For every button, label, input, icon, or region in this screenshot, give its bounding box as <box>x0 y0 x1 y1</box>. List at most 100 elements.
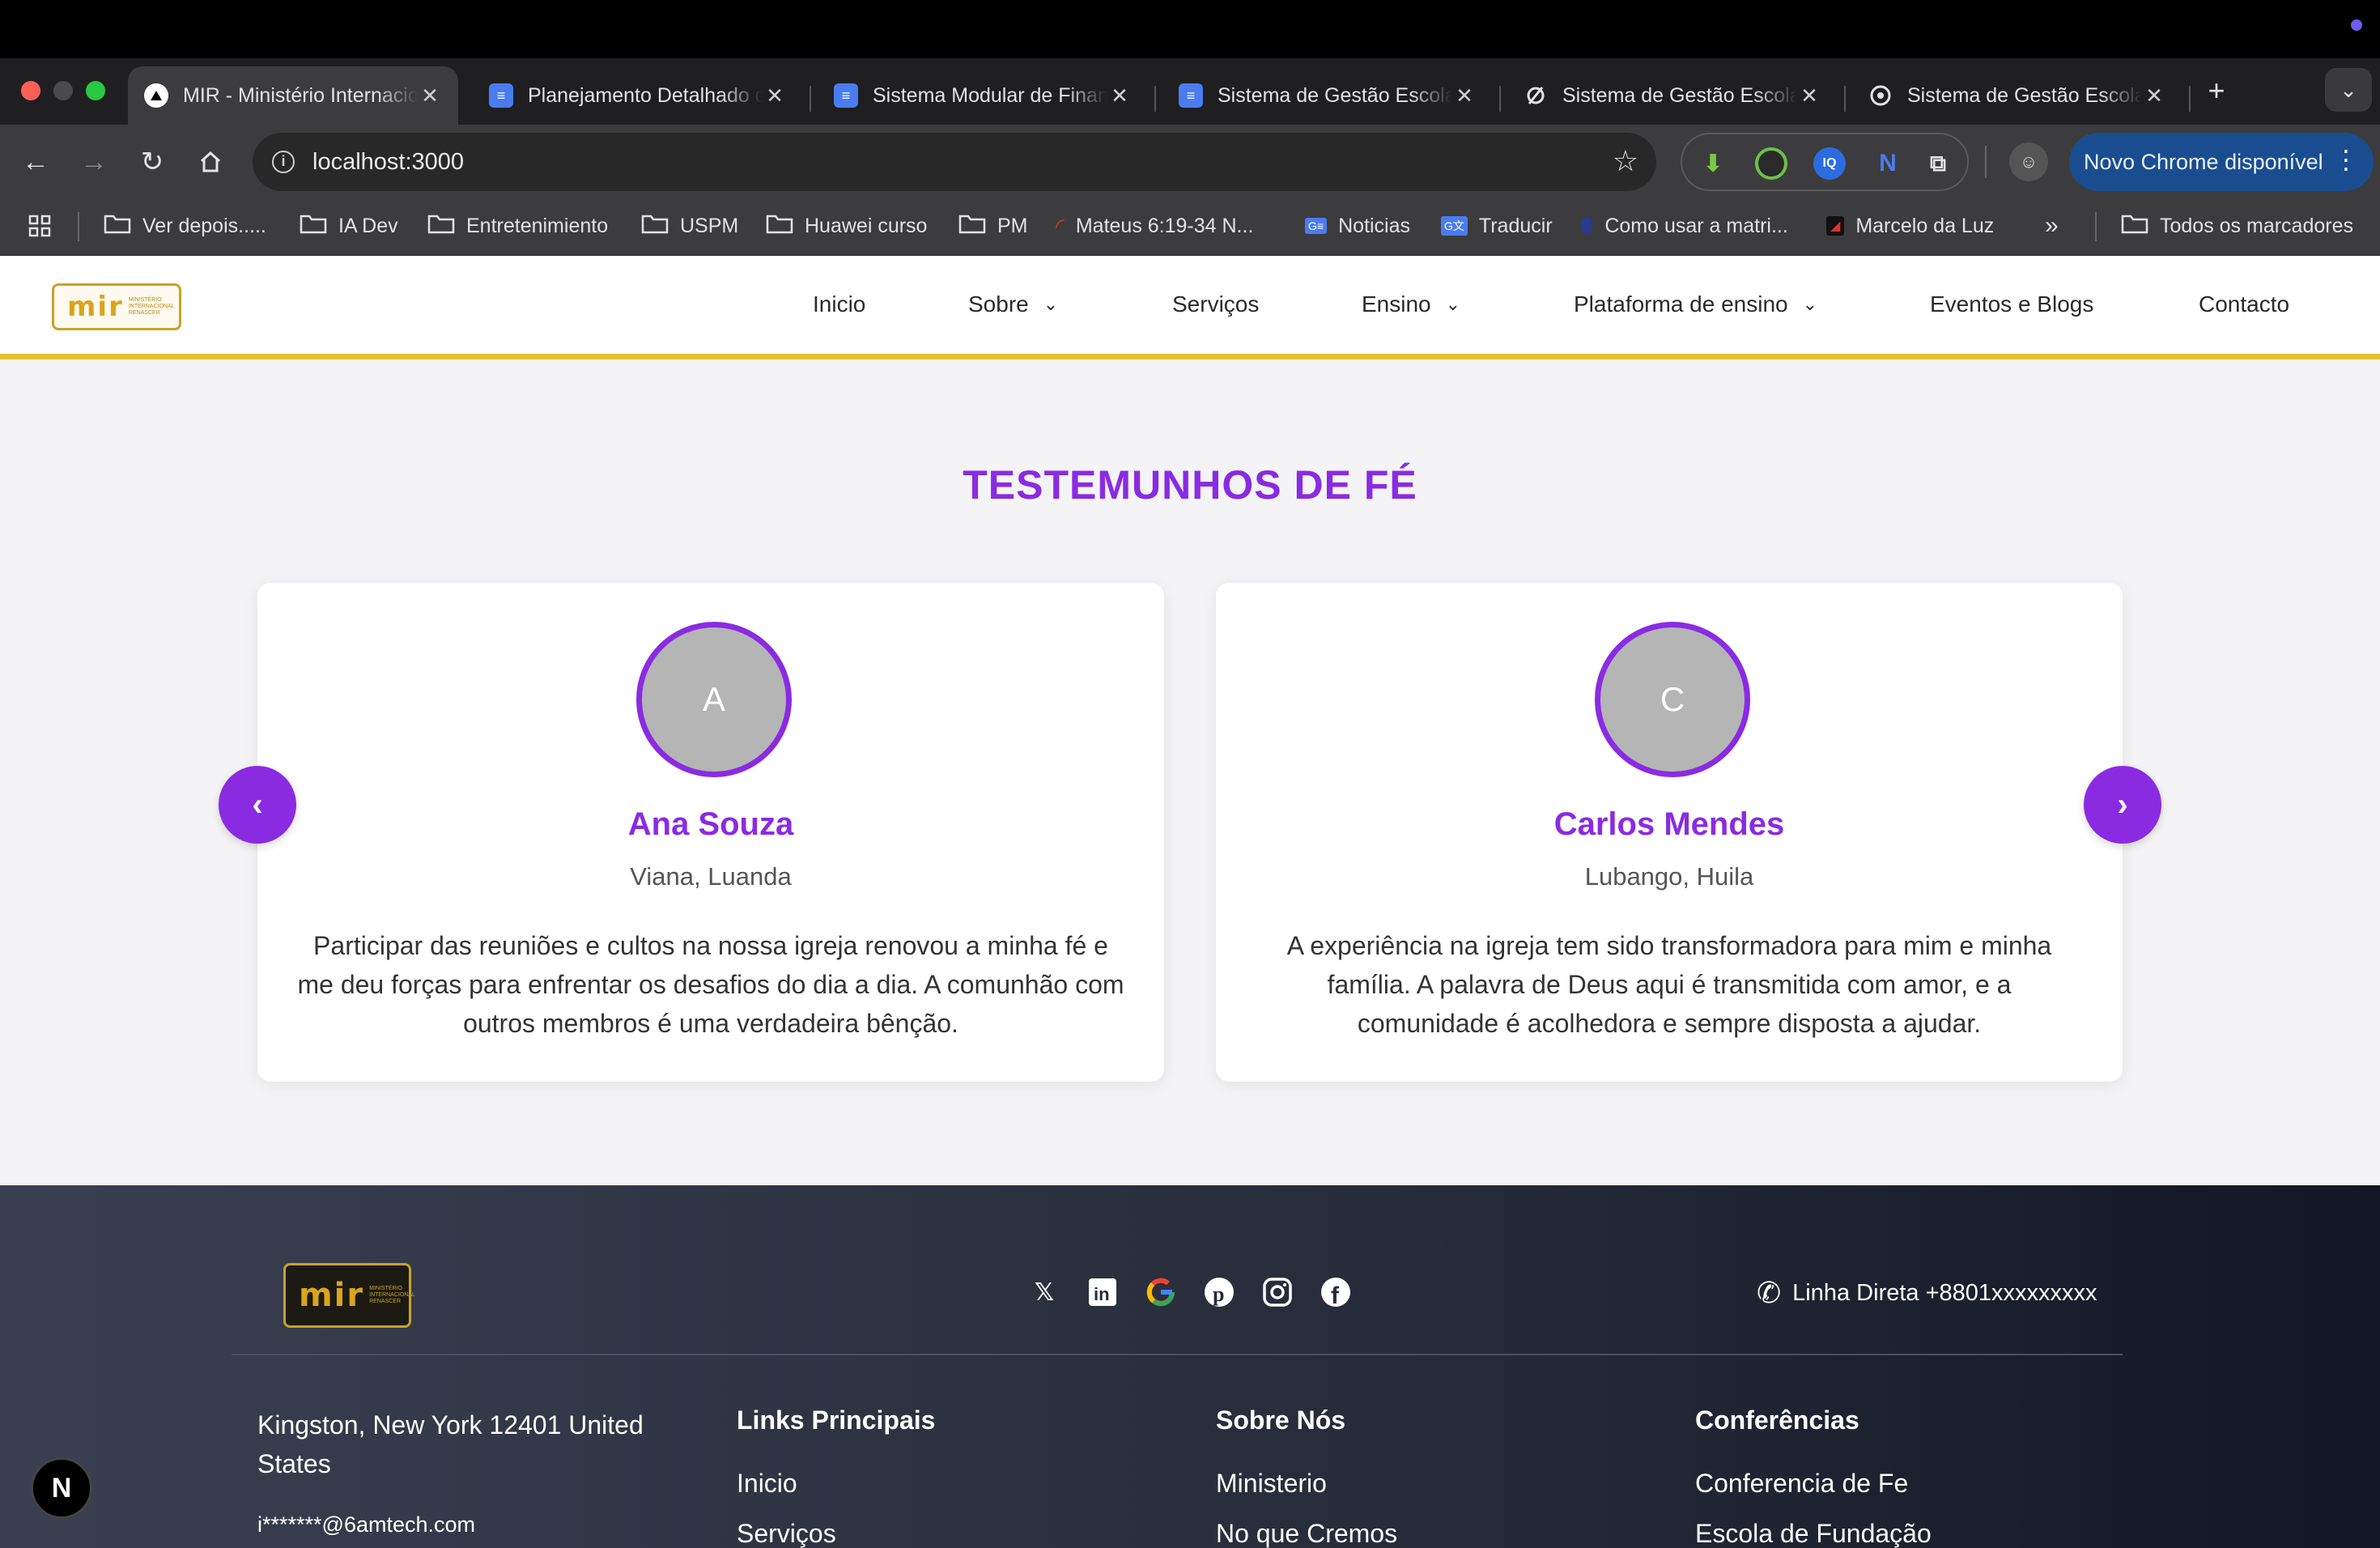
record-extension-icon[interactable] <box>1755 147 1787 180</box>
nav-plataforma-de-ensino[interactable]: Plataforma de ensino ⌄ <box>1574 291 1817 317</box>
arc-icon: ◜ <box>1056 213 1065 239</box>
nav-eventos-e-blogs[interactable]: Eventos e Blogs <box>1930 291 2093 317</box>
pinterest-icon[interactable]: p <box>1203 1276 1235 1308</box>
kebab-menu-icon[interactable]: ⋮ <box>2333 144 2359 175</box>
bookmark-link[interactable]: ◢ Marcelo da Luz <box>1826 199 1994 253</box>
footer-divider <box>232 1354 2123 1355</box>
close-tab-icon[interactable]: ✕ <box>1452 83 1477 108</box>
footer-link[interactable]: Escola de Fundação <box>1695 1519 1932 1548</box>
bookmark-link[interactable]: ⬮ Como usar a matri... <box>1580 199 1788 253</box>
svg-text:f: f <box>1331 1282 1340 1308</box>
carousel-prev-button[interactable]: ‹ <box>219 766 296 844</box>
video-thumbnail-icon: ◢ <box>1826 216 1845 236</box>
tab-title: Sistema de Gestão Escolar <box>1218 83 1452 107</box>
bookmark-folder[interactable]: USPM <box>641 199 738 253</box>
linkedin-icon[interactable]: in <box>1086 1276 1119 1308</box>
footer-link[interactable]: No que Cremos <box>1216 1519 1397 1548</box>
facebook-icon[interactable]: f <box>1320 1276 1352 1308</box>
close-window-icon[interactable] <box>21 81 40 100</box>
footer-address: Kingston, New York 12401 United States <box>257 1410 644 1478</box>
chevron-down-icon: ⌄ <box>1445 294 1461 314</box>
iq-extension-icon[interactable]: IQ <box>1813 147 1846 180</box>
all-bookmarks-folder[interactable]: Todos os marcadores <box>2121 199 2353 253</box>
carousel-next-button[interactable]: › <box>2084 766 2161 844</box>
svg-text:in: in <box>1094 1284 1110 1304</box>
close-tab-icon[interactable]: ✕ <box>418 83 442 108</box>
folder-icon <box>104 213 131 240</box>
openai-icon <box>1868 83 1893 108</box>
footer-link[interactable]: Conferencia de Fe <box>1695 1469 1908 1499</box>
instagram-icon[interactable] <box>1261 1276 1294 1308</box>
bookmark-link[interactable]: G文 Traducir <box>1441 199 1553 253</box>
bookmark-folder[interactable]: Huawei curso <box>766 199 927 253</box>
footer-link[interactable]: Serviços <box>737 1519 836 1548</box>
browser-tab[interactable]: ≡ Planejamento Detalhado do ✕ <box>473 66 803 125</box>
bookmark-folder[interactable]: Ver depois..... <box>104 199 266 253</box>
docs-icon: ≡ <box>489 83 513 108</box>
bookmark-folder[interactable]: Entretenimiento <box>427 199 608 253</box>
download-extension-icon[interactable]: ⬇ <box>1697 147 1729 180</box>
chrome-update-button[interactable]: Novo Chrome disponível ⋮ <box>2069 133 2374 191</box>
nav-ensino[interactable]: Ensino ⌄ <box>1362 291 1460 317</box>
browser-tab[interactable]: ≡ Sistema de Gestão Escolar ✕ <box>1162 66 1493 125</box>
nav-inicio[interactable]: Inicio <box>813 291 865 317</box>
close-tab-icon[interactable]: ✕ <box>763 83 787 108</box>
tab-search-chevron-icon[interactable]: ⌄ <box>2325 68 2372 112</box>
testimonials-title: TESTEMUNHOS DE FÉ <box>963 462 1417 508</box>
browser-tab[interactable]: ≡ Sistema Modular de Finanças ✕ <box>818 66 1148 125</box>
folder-icon <box>641 213 669 240</box>
extensions-group: ⬇ IQ N ⧉ <box>1681 133 1969 191</box>
footer-logo[interactable]: mir MINISTÉRIO INTERNACIONAL RENASCER <box>283 1263 415 1328</box>
chevron-down-icon: ⌄ <box>1043 294 1059 314</box>
browser-tab[interactable]: MIR - Ministério Internacional ✕ <box>128 66 458 125</box>
google-icon[interactable] <box>1145 1276 1177 1308</box>
tab-title: MIR - Ministério Internacional <box>183 83 418 107</box>
new-tab-icon[interactable]: + <box>2199 73 2234 108</box>
nav-servicos[interactable]: Serviços <box>1172 291 1259 317</box>
footer-link[interactable]: Ministerio <box>1216 1469 1327 1499</box>
more-bookmarks-icon[interactable]: » <box>2045 199 2059 253</box>
site-info-icon[interactable]: i <box>272 151 295 173</box>
browser-tab[interactable]: Sistema de Gestão Escolar ✕ <box>1507 66 1838 125</box>
nav-sobre[interactable]: Sobre ⌄ <box>968 291 1058 317</box>
profile-avatar[interactable]: ☺ <box>2009 142 2048 181</box>
phone-icon: ✆ <box>1757 1276 1782 1309</box>
bookmark-link[interactable]: ◜ Mateus 6:19-34 N... <box>1056 199 1253 253</box>
tab-title: Sistema de Gestão Escolar <box>1562 83 1797 107</box>
nextjs-dev-badge[interactable]: N <box>31 1457 92 1519</box>
folder-icon <box>2121 213 2148 240</box>
bookmark-star-icon[interactable]: ☆ <box>1613 144 1638 178</box>
bookmark-folder[interactable]: PM <box>958 199 1028 253</box>
avatar: A <box>636 622 792 777</box>
address-bar[interactable]: i localhost:3000 ☆ <box>253 133 1656 191</box>
chevron-right-icon: › <box>2117 786 2128 823</box>
browser-tab[interactable]: Sistema de Gestão Escolar ✕ <box>1852 66 2182 125</box>
hotline[interactable]: ✆ Linha Direta +8801xxxxxxxxx <box>1757 1276 2097 1310</box>
maximize-window-icon[interactable] <box>86 81 105 100</box>
n-extension-icon[interactable]: N <box>1872 147 1904 180</box>
close-tab-icon[interactable]: ✕ <box>1107 83 1132 108</box>
footer-heading: Conferências <box>1695 1406 1859 1435</box>
forward-arrow-icon[interactable]: → <box>76 144 112 180</box>
home-icon[interactable] <box>193 144 228 180</box>
close-tab-icon[interactable]: ✕ <box>2142 83 2166 108</box>
bookmark-link[interactable]: G≡ Noticias <box>1305 199 1410 253</box>
url-text[interactable]: localhost:3000 <box>312 149 464 176</box>
puzzle-extensions-icon[interactable]: ⧉ <box>1922 147 1954 180</box>
testimonial-location: Lubango, Huila <box>1584 862 1754 891</box>
avatar: C <box>1595 622 1750 777</box>
minimize-window-icon[interactable] <box>53 81 73 100</box>
folder-icon <box>300 213 327 240</box>
site-logo[interactable]: mir MINISTÉRIO INTERNACIONAL RENASCER <box>52 283 181 330</box>
nav-contacto[interactable]: Contacto <box>2199 291 2289 317</box>
browser-toolbar: ← → ↻ i localhost:3000 ☆ ⬇ IQ N ⧉ ☺ Novo… <box>0 125 2380 199</box>
footer-email[interactable]: i*******@6amtech.com <box>257 1512 475 1537</box>
close-tab-icon[interactable]: ✕ <box>1797 83 1821 108</box>
apps-grid-icon[interactable] <box>28 199 52 253</box>
footer-link[interactable]: Inicio <box>737 1469 797 1499</box>
reload-icon[interactable]: ↻ <box>134 144 170 180</box>
triangle-icon <box>144 83 168 108</box>
bookmark-folder[interactable]: IA Dev <box>300 199 398 253</box>
x-icon[interactable]: 𝕏 <box>1028 1276 1060 1308</box>
back-arrow-icon[interactable]: ← <box>18 144 53 180</box>
